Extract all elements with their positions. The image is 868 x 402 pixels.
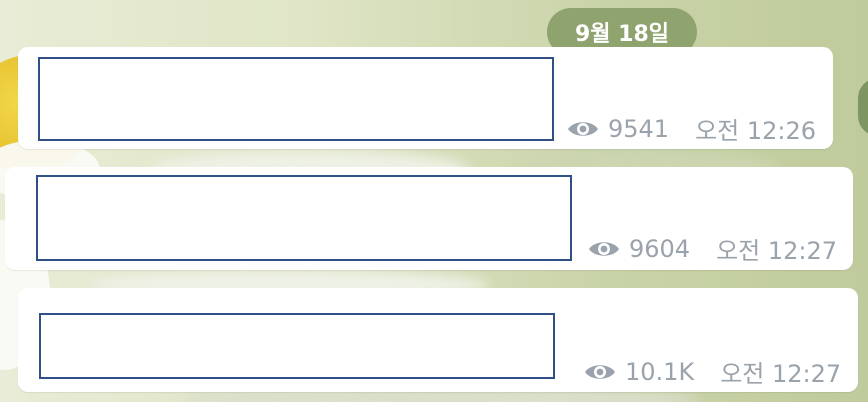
view-count: 9541: [608, 114, 670, 143]
message-meta: 10.1K 오전 12:27: [583, 354, 841, 389]
message-time: 오전 12:26: [695, 117, 817, 145]
eye-icon: [583, 361, 617, 383]
view-count: 9604: [629, 234, 691, 263]
view-count: 10.1K: [625, 357, 695, 386]
eye-icon: [566, 118, 600, 140]
redacted-content: [38, 57, 554, 141]
message-meta: 9604 오전 12:27: [587, 231, 837, 266]
redacted-content: [36, 175, 572, 261]
message-bubble[interactable]: 9604 오전 12:27: [5, 167, 853, 270]
message-bubble[interactable]: 9541 오전 12:26: [18, 47, 833, 149]
message-bubble[interactable]: 10.1K 오전 12:27: [18, 288, 858, 392]
eye-icon: [587, 238, 621, 260]
message-meta: 9541 오전 12:26: [566, 111, 816, 146]
message-time: 오전 12:27: [720, 360, 842, 388]
message-time: 오전 12:27: [716, 237, 838, 265]
redacted-content: [39, 313, 555, 379]
